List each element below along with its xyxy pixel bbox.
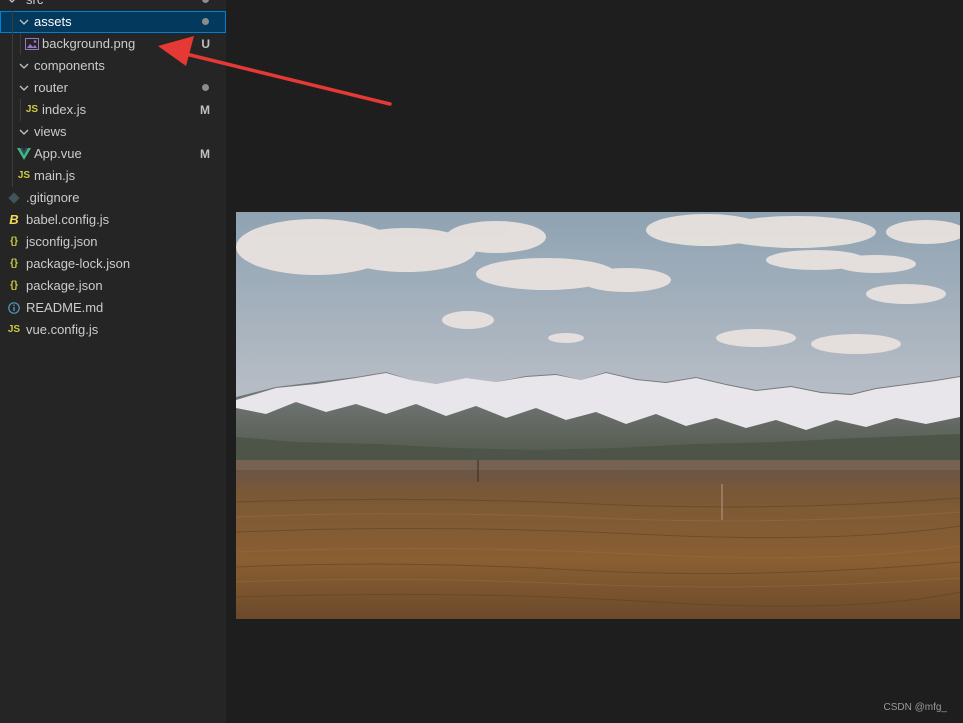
- vscode-window: src assets background.png U: [0, 0, 963, 723]
- tree-item-label: App.vue: [34, 146, 82, 161]
- vue-file-icon: [16, 143, 32, 165]
- tree-folder-router[interactable]: router: [0, 77, 226, 99]
- git-status-badge: M: [200, 147, 210, 161]
- info-file-icon: [6, 297, 22, 319]
- tree-item-label: router: [34, 80, 68, 95]
- tree-file-index-js[interactable]: JS index.js M: [0, 99, 226, 121]
- tree-item-label: jsconfig.json: [26, 234, 98, 249]
- indent-guide: [12, 99, 13, 121]
- tree-item-label: babel.config.js: [26, 212, 110, 227]
- tree-item-label: .gitignore: [26, 190, 80, 205]
- tree-folder-assets[interactable]: assets: [0, 11, 226, 33]
- tree-file-package-json[interactable]: {} package.json: [0, 275, 226, 297]
- tree-file-gitignore[interactable]: .gitignore: [0, 187, 226, 209]
- indent-guide: [12, 11, 13, 33]
- modified-dot-icon: [202, 84, 209, 91]
- js-file-icon: JS: [17, 170, 31, 181]
- indent-guide: [20, 99, 21, 121]
- git-status-badge: U: [201, 37, 210, 51]
- tree-item-label: package-lock.json: [26, 256, 131, 271]
- chevron-down-icon: [16, 121, 32, 143]
- image-preview: [236, 212, 960, 619]
- tree-file-vue-config[interactable]: JS vue.config.js: [0, 319, 226, 341]
- tree-file-babel-config[interactable]: B babel.config.js: [0, 209, 226, 231]
- tree-item-label: views: [34, 124, 67, 139]
- indent-guide: [12, 33, 13, 55]
- tree-folder-components[interactable]: components: [0, 55, 226, 77]
- tree-folder-views[interactable]: views: [0, 121, 226, 143]
- file-tree: src assets background.png U: [0, 0, 226, 341]
- watermark: CSDN @mfg_: [883, 702, 948, 713]
- landscape-image: [236, 212, 960, 619]
- json-file-icon: {}: [10, 236, 18, 247]
- chevron-down-icon: [16, 77, 32, 99]
- js-file-icon: JS: [7, 324, 21, 335]
- chevron-down-icon: [4, 0, 20, 11]
- explorer-sidebar: src assets background.png U: [0, 0, 226, 723]
- indent-guide: [12, 143, 13, 165]
- tree-file-jsconfig[interactable]: {} jsconfig.json: [0, 231, 226, 253]
- tree-item-label: background.png: [42, 36, 136, 51]
- indent-guide: [12, 55, 13, 77]
- js-file-icon: JS: [25, 104, 39, 115]
- tree-item-label: README.md: [26, 300, 104, 315]
- chevron-down-icon: [16, 11, 32, 33]
- image-file-icon: [24, 33, 40, 55]
- tree-item-label: main.js: [34, 168, 76, 183]
- tree-file-app-vue[interactable]: App.vue M: [0, 143, 226, 165]
- indent-guide: [20, 33, 21, 55]
- indent-guide: [12, 121, 13, 143]
- tree-item-label: index.js: [42, 102, 87, 117]
- tree-folder-src[interactable]: src: [0, 0, 226, 11]
- tree-file-background-png[interactable]: background.png U: [0, 33, 226, 55]
- tree-file-readme[interactable]: README.md: [0, 297, 226, 319]
- babel-file-icon: B: [9, 212, 19, 227]
- json-file-icon: {}: [10, 258, 18, 269]
- tree-item-label: package.json: [26, 278, 103, 293]
- tree-file-main-js[interactable]: JS main.js: [0, 165, 226, 187]
- indent-guide: [12, 165, 13, 187]
- tree-file-package-lock[interactable]: {} package-lock.json: [0, 253, 226, 275]
- tree-item-label: assets: [34, 14, 72, 29]
- indent-guide: [12, 77, 13, 99]
- git-status-badge: M: [200, 103, 210, 117]
- tree-item-label: src: [26, 0, 43, 11]
- json-file-icon: {}: [10, 280, 18, 291]
- chevron-down-icon: [16, 55, 32, 77]
- tree-item-label: components: [34, 58, 105, 73]
- modified-dot-icon: [202, 18, 209, 25]
- git-file-icon: [6, 187, 22, 209]
- modified-dot-icon: [202, 0, 209, 3]
- tree-item-label: vue.config.js: [26, 322, 99, 337]
